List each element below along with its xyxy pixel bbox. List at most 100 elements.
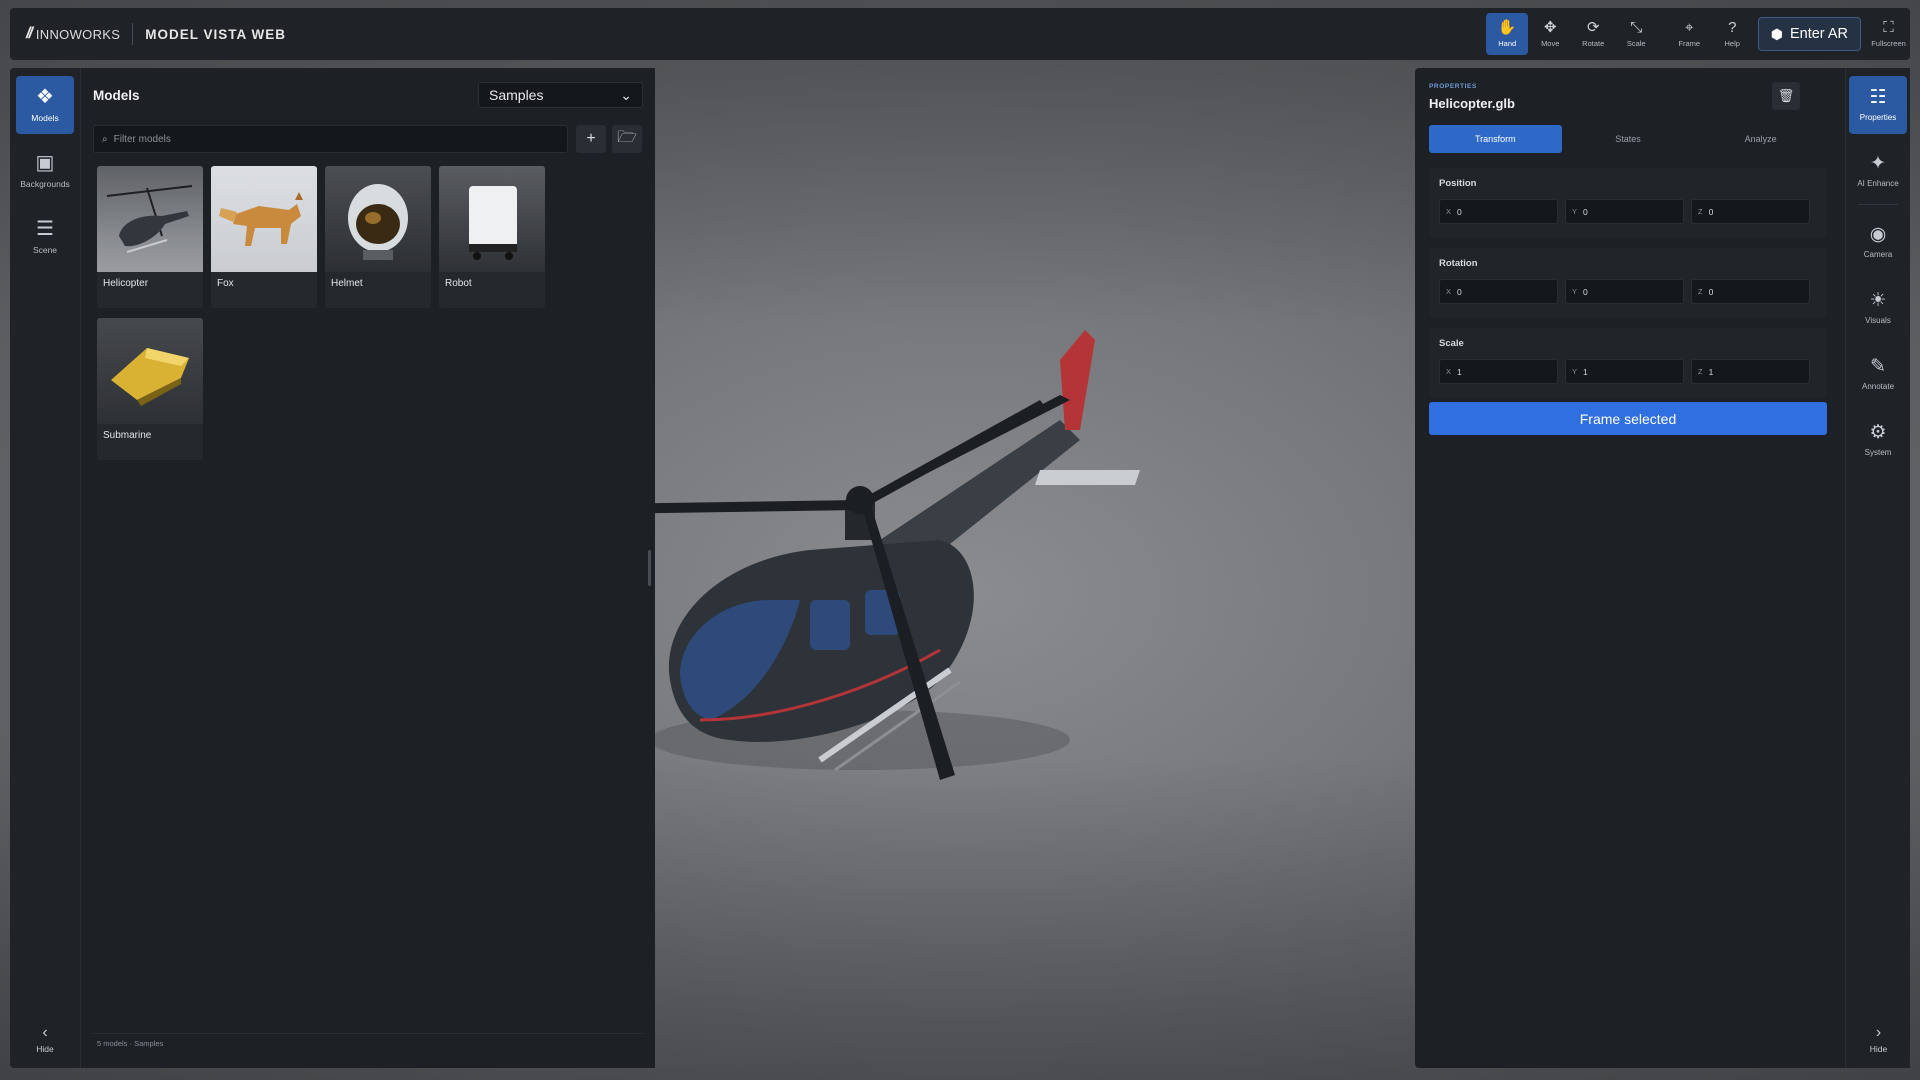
right-rail: ☷ Properties ✦ AI Enhance ◉ Camera ☀ Vis… [1845, 68, 1910, 1068]
rotation-x-value: 0 [1457, 286, 1462, 297]
model-card-submarine[interactable]: Submarine [97, 318, 203, 460]
ai-enhance-icon: ✦ [1870, 153, 1886, 174]
rotation-z-field[interactable]: Z0 [1691, 279, 1810, 304]
rail-item-backgrounds[interactable]: ▣ Backgrounds [16, 142, 74, 200]
frame-button[interactable]: ⌖ Frame [1668, 13, 1710, 55]
robot-thumbnail [439, 166, 545, 272]
open-folder-button[interactable]: 🗁 [612, 125, 642, 153]
scale-tool-button[interactable]: ⤡ Scale [1615, 13, 1657, 55]
tab-transform[interactable]: Transform [1429, 125, 1562, 153]
rotate-tool-button[interactable]: ⟳ Rotate [1572, 13, 1614, 55]
properties-panel: PROPERTIES Helicopter.glb 🗑 Transform St… [1415, 68, 1845, 1068]
helicopter-model[interactable] [640, 300, 1160, 820]
brand-logo-icon: // [26, 25, 33, 42]
hand-icon: ✋ [1497, 19, 1517, 36]
position-x-value: 0 [1457, 206, 1462, 217]
rail-item-system[interactable]: ⚙ System [1849, 411, 1907, 469]
fox-thumbnail [211, 166, 317, 272]
axis-z-label: Z [1698, 207, 1703, 216]
model-card-robot[interactable]: Robot [439, 166, 545, 308]
brand-name: INNOWORKS [35, 26, 121, 42]
camera-icon: ◉ [1869, 224, 1887, 245]
frame-icon: ⌖ [1685, 19, 1694, 36]
chevron-down-icon: ⌄ [620, 86, 632, 103]
filter-models-placeholder: Filter models [113, 133, 171, 145]
rotation-y-field[interactable]: Y0 [1565, 279, 1684, 304]
rotate-icon: ⟳ [1586, 19, 1600, 36]
rail-item-label: Visuals [1865, 316, 1891, 325]
left-rail: ❖ Models ▣ Backgrounds ☰ Scene ‹ Hide [10, 68, 80, 1068]
scale-z-value: 1 [1708, 366, 1714, 377]
axis-y-label: Y [1572, 207, 1578, 216]
position-y-field[interactable]: Y0 [1565, 199, 1684, 224]
rail-item-label: Models [31, 113, 59, 123]
trash-icon: 🗑 [1777, 88, 1795, 103]
rotation-x-field[interactable]: X0 [1439, 279, 1558, 304]
help-icon: ? [1728, 19, 1737, 36]
rail-item-scene[interactable]: ☰ Scene [16, 208, 74, 266]
move-tool-button[interactable]: ✥ Move [1529, 13, 1571, 55]
model-card-fox[interactable]: Fox [211, 166, 317, 308]
hide-right-button[interactable]: › Hide [1846, 1024, 1911, 1054]
annotate-icon: ✎ [1870, 356, 1886, 377]
rail-item-label: System [1864, 448, 1892, 457]
robot-thumbnail-image [469, 186, 517, 260]
model-card-name: Robot [445, 278, 472, 289]
divider [132, 23, 134, 45]
help-button[interactable]: ? Help [1711, 13, 1753, 55]
chevron-left-icon: ‹ [42, 1024, 48, 1041]
source-select-value: Samples [489, 87, 544, 103]
rail-item-camera[interactable]: ◉ Camera [1849, 213, 1907, 271]
models-title: Models [93, 87, 140, 103]
scale-icon: ⤡ [1630, 19, 1643, 36]
frame-label: Frame [1678, 39, 1701, 48]
model-card-name: Fox [217, 278, 234, 289]
move-tool-label: Move [1541, 39, 1560, 48]
fullscreen-label: Fullscreen [1871, 39, 1906, 48]
delete-model-button[interactable]: 🗑 [1772, 82, 1800, 110]
selected-model-title: Helicopter.glb [1429, 96, 1515, 111]
folder-icon: 🗁 [617, 128, 637, 146]
add-model-button[interactable]: + [576, 125, 606, 153]
scale-z-field[interactable]: Z1 [1691, 359, 1810, 384]
scale-section: Scale X1 Y1 Z1 [1429, 328, 1827, 398]
hand-tool-label: Hand [1498, 39, 1517, 48]
rail-item-models[interactable]: ❖ Models [16, 76, 74, 134]
scale-x-field[interactable]: X1 [1439, 359, 1558, 384]
cube-icon: ⬢ [1770, 25, 1783, 42]
frame-selected-button[interactable]: Frame selected [1429, 402, 1827, 435]
scale-y-field[interactable]: Y1 [1565, 359, 1684, 384]
tab-analyze[interactable]: Analyze [1694, 125, 1827, 153]
hide-left-button[interactable]: ‹ Hide [10, 1024, 80, 1054]
models-panel: Models Samples ⌄ ⌕ Filter models + 🗁 Hel… [80, 68, 655, 1068]
rail-item-visuals[interactable]: ☀ Visuals [1849, 279, 1907, 337]
rail-item-ai-enhance[interactable]: ✦ AI Enhance [1849, 142, 1907, 200]
submarine-thumbnail [97, 318, 203, 424]
left-panel-resize-handle[interactable] [648, 550, 651, 586]
rotate-tool-label: Rotate [1582, 39, 1605, 48]
model-card-helicopter[interactable]: Helicopter [97, 166, 203, 308]
position-z-field[interactable]: Z0 [1691, 199, 1810, 224]
filter-models-input[interactable]: ⌕ Filter models [93, 125, 568, 153]
model-card-helmet[interactable]: Helmet [325, 166, 431, 308]
fox-thumbnail-image [219, 192, 303, 246]
fullscreen-button[interactable]: ⛶ Fullscreen [1868, 13, 1910, 55]
enter-ar-button[interactable]: ⬢ Enter AR [1757, 17, 1861, 51]
rail-item-annotate[interactable]: ✎ Annotate [1849, 345, 1907, 403]
source-select[interactable]: Samples ⌄ [478, 82, 643, 108]
rotation-z-value: 0 [1708, 286, 1714, 297]
hide-label: Hide [36, 1044, 54, 1054]
enter-ar-label: Enter AR [1789, 26, 1848, 42]
hand-tool-button[interactable]: ✋ Hand [1486, 13, 1529, 55]
rail-item-label: Annotate [1861, 382, 1895, 391]
rail-item-properties[interactable]: ☷ Properties [1849, 76, 1907, 134]
model-card-name: Submarine [103, 430, 152, 441]
axis-x-label: X [1446, 207, 1452, 216]
rotation-label: Rotation [1439, 258, 1478, 269]
properties-tabs: Transform States Analyze [1429, 125, 1827, 153]
top-bar: // INNOWORKS MODEL VISTA WEB ✋ Hand ✥ Mo… [10, 8, 1910, 60]
position-x-field[interactable]: X0 [1439, 199, 1558, 224]
models-count-footer: 5 models · Samples [97, 1039, 164, 1048]
tab-states[interactable]: States [1562, 125, 1695, 153]
backgrounds-icon: ▣ [35, 152, 55, 174]
